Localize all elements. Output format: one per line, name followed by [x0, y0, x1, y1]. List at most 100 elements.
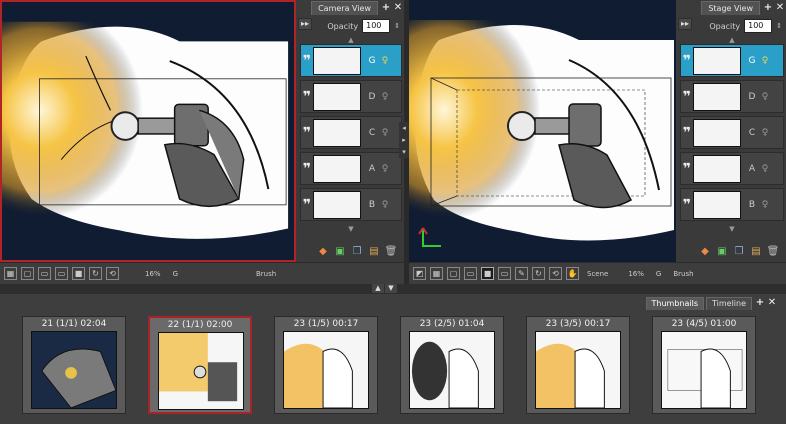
layer-row-2[interactable]: ❞ C ♀ [680, 116, 784, 149]
layer-name[interactable]: D [745, 92, 759, 102]
safe-area-icon[interactable]: ▢ [21, 267, 34, 280]
black-frame-icon[interactable]: ■ [72, 267, 85, 280]
panel-thumbnail-4[interactable]: 23 (3/5) 00:17 [526, 316, 630, 414]
group-layer-icon[interactable]: ▤ [367, 245, 381, 259]
layer-visibility-icon[interactable]: ❞ [681, 198, 693, 212]
layer-visibility-icon[interactable]: ❞ [681, 162, 693, 176]
layer-lock-icon[interactable]: ♀ [379, 56, 391, 66]
reset-view-icon[interactable]: ⟲ [106, 267, 119, 280]
delete-layer-icon[interactable]: 🗑 [384, 245, 398, 259]
view-mode[interactable]: Scene [587, 270, 608, 278]
layer-lock-icon[interactable]: ♀ [379, 92, 391, 102]
layer-row-2[interactable]: ❞ C ♀ [300, 116, 402, 149]
tab-stage-view[interactable]: Stage View [701, 1, 760, 15]
zoom-level[interactable]: 16% [628, 270, 644, 278]
safe-area-icon[interactable]: ▢ [447, 267, 460, 280]
layer-visibility-icon[interactable]: ❞ [681, 126, 693, 140]
panel-thumbnail-3[interactable]: 23 (2/5) 01:04 [400, 316, 504, 414]
add-view-icon[interactable]: + [754, 297, 766, 309]
add-view-icon[interactable]: + [380, 2, 392, 14]
layer-name[interactable]: C [365, 128, 379, 138]
frame-alt-icon[interactable]: ▭ [498, 267, 511, 280]
layer-visibility-icon[interactable]: ❞ [301, 54, 313, 68]
opacity-input[interactable]: 100 [744, 19, 773, 33]
scroll-down-icon[interactable]: ▼ [298, 224, 404, 234]
layer-name[interactable]: G [745, 56, 759, 66]
layer-name[interactable]: A [365, 164, 379, 174]
layer-visibility-icon[interactable]: ❞ [301, 90, 313, 104]
panel-thumbnail-5[interactable]: 23 (4/5) 01:00 [652, 316, 756, 414]
layer-lock-icon[interactable]: ♀ [379, 128, 391, 138]
camera-canvas[interactable] [0, 0, 296, 262]
add-image-layer-icon[interactable]: ▣ [715, 245, 729, 259]
layer-lock-icon[interactable]: ♀ [759, 200, 771, 210]
layer-visibility-icon[interactable]: ❞ [301, 126, 313, 140]
scroll-up-icon[interactable]: ▲ [298, 36, 404, 44]
camera-mask-icon[interactable]: ◩ [413, 267, 426, 280]
layer-lock-icon[interactable]: ♀ [379, 200, 391, 210]
add-color-layer-icon[interactable]: ◆ [316, 245, 330, 259]
grid-icon[interactable]: ▦ [4, 267, 17, 280]
scroll-up-icon[interactable]: ▲ [678, 36, 786, 44]
layer-lock-icon[interactable]: ♀ [379, 164, 391, 174]
grid-icon[interactable]: ▦ [430, 267, 443, 280]
layer-name[interactable]: A [745, 164, 759, 174]
layer-name[interactable]: B [365, 200, 379, 210]
tab-timeline[interactable]: Timeline [705, 296, 752, 310]
collapse-down-icon[interactable]: ▼ [385, 284, 397, 293]
panel-thumbnail-1[interactable]: 22 (1/1) 02:00 [148, 316, 252, 414]
tab-thumbnails[interactable]: Thumbnails [645, 296, 704, 310]
delete-layer-icon[interactable]: 🗑 [766, 245, 780, 259]
layer-name[interactable]: C [745, 128, 759, 138]
layer-row-1[interactable]: ❞ D ♀ [300, 80, 402, 113]
opacity-spinner-icon[interactable]: ⇕ [776, 22, 782, 30]
layer-visibility-icon[interactable]: ❞ [681, 54, 693, 68]
layer-visibility-icon[interactable]: ❞ [681, 90, 693, 104]
layer-name[interactable]: G [365, 56, 379, 66]
expand-panel-icon[interactable]: ▸▸ [298, 18, 312, 30]
collapse-up-icon[interactable]: ▲ [372, 284, 384, 293]
layer-row-0[interactable]: ❞ G ♀ [300, 44, 402, 77]
layer-row-0[interactable]: ❞ G ♀ [680, 44, 784, 77]
layer-row-1[interactable]: ❞ D ♀ [680, 80, 784, 113]
group-layer-icon[interactable]: ▤ [749, 245, 763, 259]
layer-lock-icon[interactable]: ♀ [759, 92, 771, 102]
layer-row-3[interactable]: ❞ A ♀ [300, 152, 402, 185]
pen-icon[interactable]: ✎ [515, 267, 528, 280]
layer-name[interactable]: B [745, 200, 759, 210]
layer-visibility-icon[interactable]: ❞ [301, 198, 313, 212]
close-view-icon[interactable]: ✕ [766, 297, 778, 309]
add-image-layer-icon[interactable]: ▣ [333, 245, 347, 259]
hand-icon[interactable]: ✋ [566, 267, 579, 280]
rotate-view-icon[interactable]: ↻ [89, 267, 102, 280]
layer-lock-icon[interactable]: ♀ [759, 164, 771, 174]
tab-camera-view[interactable]: Camera View [311, 1, 378, 15]
close-view-icon[interactable]: ✕ [392, 2, 404, 14]
add-color-layer-icon[interactable]: ◆ [698, 245, 712, 259]
opacity-spinner-icon[interactable]: ⇕ [394, 22, 400, 30]
black-frame-icon[interactable]: ■ [481, 267, 494, 280]
frame-icon[interactable]: ▭ [464, 267, 477, 280]
layer-name[interactable]: D [365, 92, 379, 102]
layer-row-4[interactable]: ❞ B ♀ [300, 188, 402, 221]
opacity-input[interactable]: 100 [362, 19, 391, 33]
duplicate-layer-icon[interactable]: ❐ [350, 245, 364, 259]
scroll-down-icon[interactable]: ▼ [678, 224, 786, 234]
horizontal-splitter[interactable]: ▲ ▼ [0, 284, 786, 294]
zoom-level[interactable]: 16% [145, 270, 161, 278]
panel-thumbnail-2[interactable]: 23 (1/5) 00:17 [274, 316, 378, 414]
close-view-icon[interactable]: ✕ [774, 2, 786, 14]
rotate-view-icon[interactable]: ↻ [532, 267, 545, 280]
duplicate-layer-icon[interactable]: ❐ [732, 245, 746, 259]
collapse-side-icon[interactable]: ◂ ▸ ▾ [399, 122, 409, 158]
layer-lock-icon[interactable]: ♀ [759, 128, 771, 138]
expand-panel-icon[interactable]: ▸▸ [678, 18, 692, 30]
layer-row-4[interactable]: ❞ B ♀ [680, 188, 784, 221]
stage-canvas[interactable] [409, 0, 676, 262]
frame-alt-icon[interactable]: ▭ [55, 267, 68, 280]
frame-icon[interactable]: ▭ [38, 267, 51, 280]
layer-lock-icon[interactable]: ♀ [759, 56, 771, 66]
layer-visibility-icon[interactable]: ❞ [301, 162, 313, 176]
panel-thumbnail-0[interactable]: 21 (1/1) 02:04 [22, 316, 126, 414]
add-view-icon[interactable]: + [762, 2, 774, 14]
